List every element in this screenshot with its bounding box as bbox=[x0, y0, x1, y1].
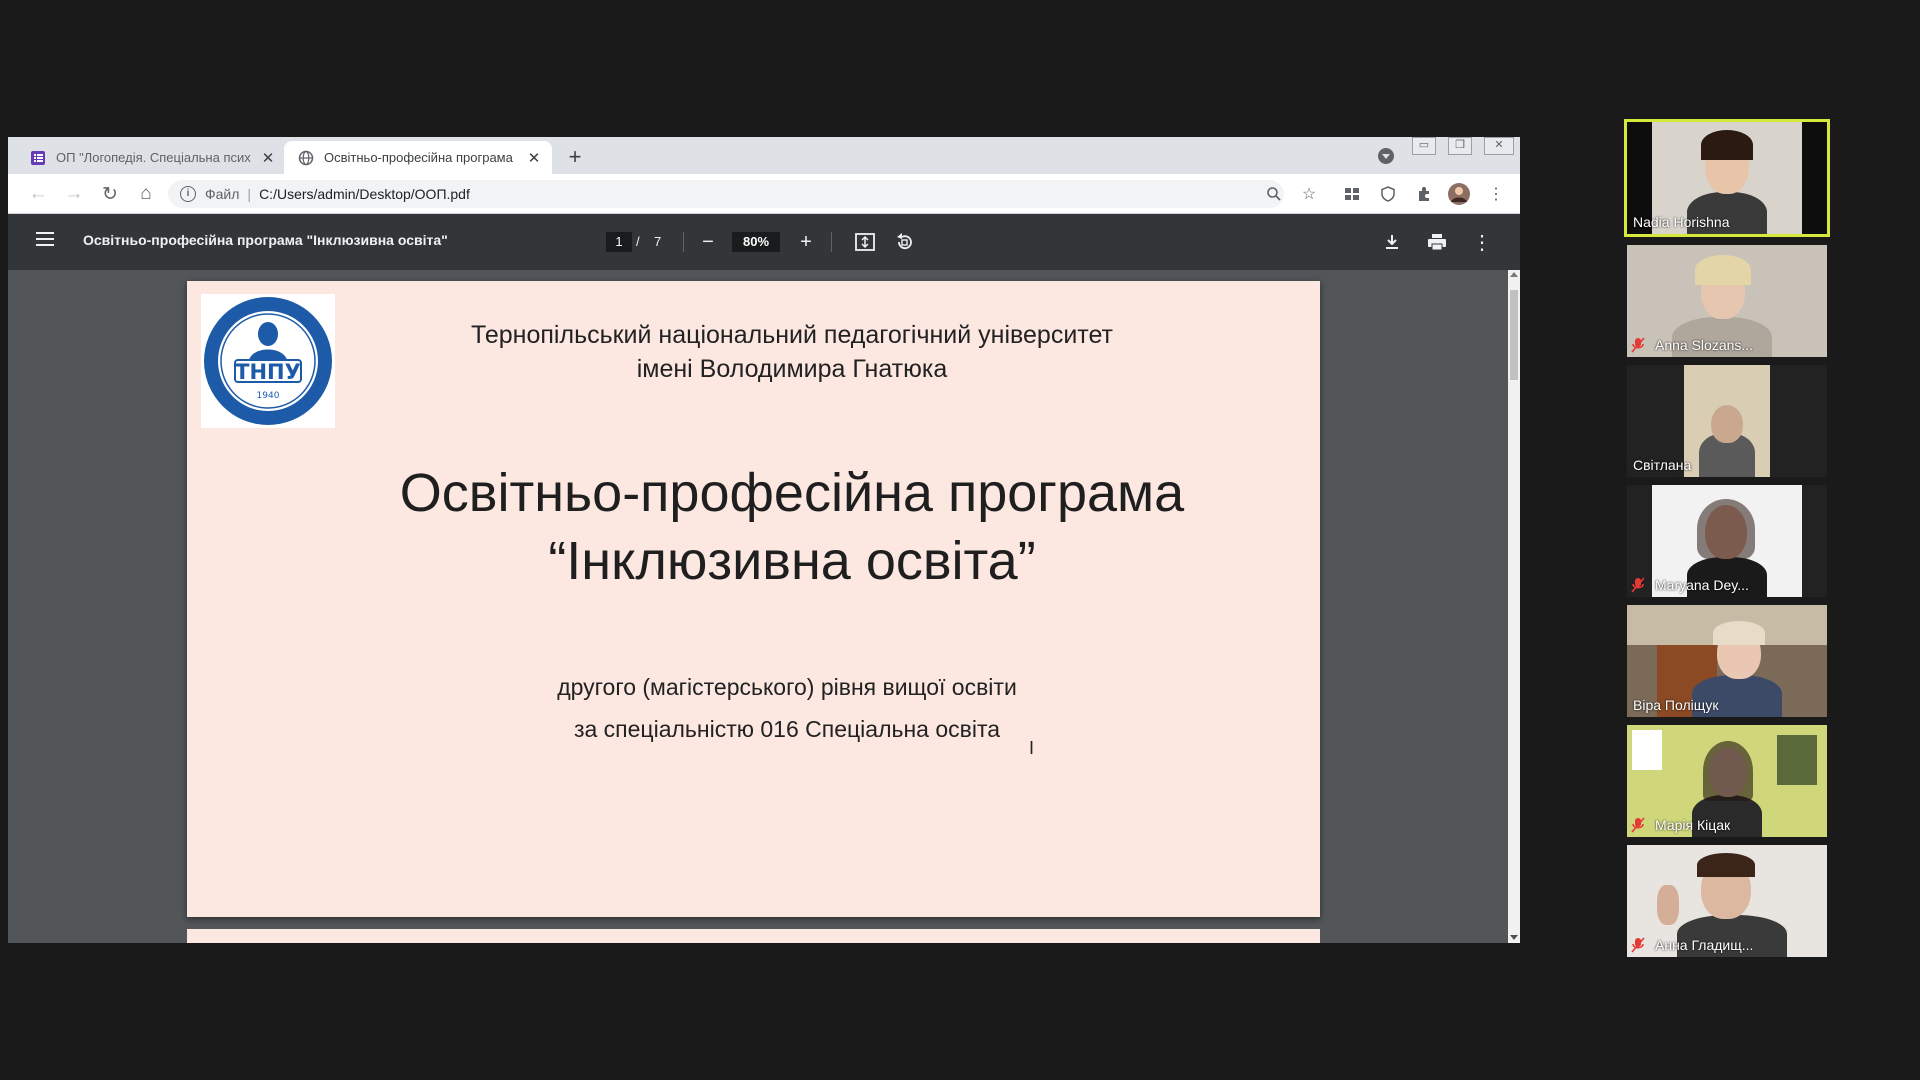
tab-title: Освітньо-професійна програма bbox=[324, 150, 513, 165]
scroll-thumb[interactable] bbox=[1510, 290, 1518, 380]
browser-window: ОП "Логопедія. Спеціальна псих ✕ Освітнь… bbox=[8, 137, 1520, 943]
new-tab-button[interactable]: + bbox=[561, 144, 589, 172]
page-total: 7 bbox=[654, 234, 662, 249]
url-separator: | bbox=[247, 186, 252, 202]
pdf-page-1: ТНПУ 1940 Тернопільський національний пе… bbox=[187, 281, 1320, 917]
participant-name: Світлана bbox=[1633, 457, 1692, 473]
zoom-in-icon[interactable]: + bbox=[792, 228, 820, 256]
participant-name: Nadia Horishna bbox=[1633, 214, 1730, 230]
hamburger-menu-icon[interactable] bbox=[36, 232, 54, 252]
pdf-scrollbar[interactable] bbox=[1508, 270, 1520, 943]
print-icon[interactable] bbox=[1423, 228, 1451, 256]
svg-text:ТНПУ: ТНПУ bbox=[235, 360, 301, 384]
back-icon[interactable]: ← bbox=[24, 180, 52, 208]
forward-icon[interactable]: → bbox=[60, 180, 88, 208]
url-scheme: Файл bbox=[205, 186, 240, 202]
title-line-1: Освітньо-професійна програма bbox=[399, 463, 1185, 523]
pdf-toolbar: Освітньо-професійна програма "Інклюзивна… bbox=[8, 214, 1520, 270]
participant-name: Anna Slozans... bbox=[1655, 337, 1754, 353]
text-cursor-icon: I bbox=[1029, 738, 1035, 758]
university-name: Тернопільський національний педагогічний… bbox=[377, 318, 1207, 386]
pdf-document-title: Освітньо-професійна програма "Інклюзивна… bbox=[83, 232, 448, 248]
title-line-2: “Інклюзивна освіта” bbox=[548, 531, 1036, 591]
participant-tile[interactable]: Anna Slozans... bbox=[1627, 245, 1827, 357]
menu-kebab-icon[interactable]: ⋮ bbox=[1482, 180, 1510, 208]
mic-off-icon bbox=[1631, 337, 1645, 353]
subtitle-line-2: за спеціальністю 016 Спеціальна освіта bbox=[573, 716, 1001, 742]
university-line-1: Тернопільський національний педагогічний… bbox=[471, 321, 1113, 349]
zoom-out-icon[interactable]: − bbox=[694, 228, 722, 256]
tab-search-icon[interactable] bbox=[1378, 148, 1394, 164]
tab-forms[interactable]: ОП "Логопедія. Спеціальна псих ✕ bbox=[16, 141, 286, 174]
participant-tile[interactable]: Nadia Horishna bbox=[1624, 119, 1830, 237]
forms-icon bbox=[30, 150, 46, 166]
participant-name: Віра Поліщук bbox=[1633, 697, 1719, 713]
participant-tile[interactable]: Світлана bbox=[1627, 365, 1827, 477]
zoom-level-input[interactable]: 80% bbox=[732, 232, 780, 252]
university-line-2: імені Володимира Гнатюка bbox=[636, 355, 948, 383]
tab-pdf[interactable]: Освітньо-професійна програма ✕ bbox=[284, 141, 552, 174]
mic-off-icon bbox=[1631, 937, 1645, 953]
participant-name: Марія Кіцак bbox=[1655, 817, 1731, 833]
scroll-down-icon[interactable] bbox=[1510, 935, 1518, 940]
info-icon[interactable]: i bbox=[180, 186, 196, 202]
subtitle-line-1: другого (магістерського) рівня вищої осв… bbox=[557, 674, 1017, 700]
browser-toolbar: ← → ↻ ⌂ i Файл | C:/Users/admin/Desktop/… bbox=[8, 174, 1520, 214]
tab-strip: ОП "Логопедія. Спеціальна псих ✕ Освітнь… bbox=[8, 137, 1520, 174]
url-text: C:/Users/admin/Desktop/ООП.pdf bbox=[259, 186, 470, 202]
more-options-icon[interactable]: ⋮ bbox=[1468, 228, 1496, 256]
page-separator: / bbox=[636, 234, 640, 249]
reload-icon[interactable]: ↻ bbox=[96, 180, 124, 208]
minimize-button[interactable]: ▭ bbox=[1412, 137, 1436, 155]
participant-tile[interactable]: Віра Поліщук bbox=[1627, 605, 1827, 717]
mic-off-icon bbox=[1631, 817, 1645, 833]
participant-tile[interactable]: Марія Кіцак bbox=[1627, 725, 1827, 837]
program-title: Освітньо-професійна програма “Інклюзивна… bbox=[317, 459, 1267, 595]
fit-page-icon[interactable] bbox=[851, 228, 879, 256]
zoom-icon[interactable] bbox=[1260, 180, 1288, 208]
program-subtitle: другого (магістерського) рівня вищої осв… bbox=[377, 666, 1197, 750]
rotate-icon[interactable] bbox=[890, 228, 918, 256]
shield-icon[interactable] bbox=[1374, 180, 1402, 208]
toolbar-divider bbox=[831, 232, 832, 252]
participant-tile[interactable]: Maryana Dey... bbox=[1627, 485, 1827, 597]
close-icon[interactable]: ✕ bbox=[526, 149, 542, 167]
apps-icon[interactable] bbox=[1338, 180, 1366, 208]
scroll-up-icon[interactable] bbox=[1510, 272, 1518, 277]
page-number-input[interactable]: 1 bbox=[606, 232, 632, 252]
restore-button[interactable]: ❐ bbox=[1448, 137, 1472, 155]
tab-title: ОП "Логопедія. Спеціальна псих bbox=[56, 150, 251, 165]
pdf-viewport[interactable]: ТНПУ 1940 Тернопільський національний пе… bbox=[8, 270, 1508, 943]
toolbar-divider bbox=[683, 232, 684, 252]
close-icon[interactable]: ✕ bbox=[260, 149, 276, 167]
globe-icon bbox=[298, 150, 314, 166]
close-window-button[interactable]: ✕ bbox=[1484, 137, 1514, 155]
mic-off-icon bbox=[1631, 577, 1645, 593]
star-icon[interactable]: ☆ bbox=[1295, 180, 1323, 208]
participant-tile[interactable]: Анна Гладищ... bbox=[1627, 845, 1827, 957]
profile-avatar[interactable] bbox=[1445, 180, 1473, 208]
home-icon[interactable]: ⌂ bbox=[132, 180, 160, 208]
participant-name: Maryana Dey... bbox=[1655, 577, 1749, 593]
download-icon[interactable] bbox=[1378, 228, 1406, 256]
address-bar[interactable]: i Файл | C:/Users/admin/Desktop/ООП.pdf bbox=[168, 180, 1284, 208]
svg-text:1940: 1940 bbox=[257, 391, 280, 401]
extensions-icon[interactable] bbox=[1410, 180, 1438, 208]
university-logo: ТНПУ 1940 bbox=[201, 294, 335, 428]
participant-name: Анна Гладищ... bbox=[1655, 937, 1754, 953]
pdf-page-2 bbox=[187, 929, 1320, 943]
